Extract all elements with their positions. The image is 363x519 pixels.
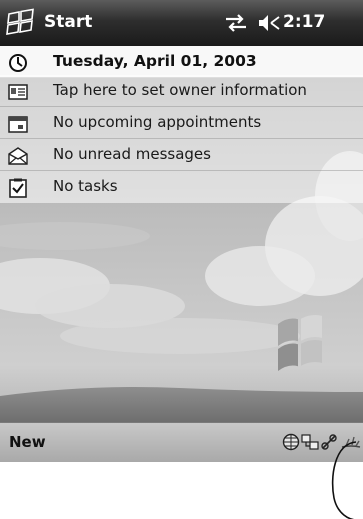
new-menu-button[interactable]: New — [9, 433, 46, 451]
owner-info-item[interactable]: Tap here to set owner information — [0, 75, 363, 107]
messages-item[interactable]: No unread messages — [0, 139, 363, 171]
speaker-volume-icon[interactable] — [257, 12, 281, 34]
today-date: Tuesday, April 01, 2003 — [53, 52, 257, 70]
owner-card-icon — [8, 84, 28, 100]
calendar-icon — [8, 116, 28, 133]
appointments-item[interactable]: No upcoming appointments — [0, 107, 363, 139]
today-screen: Start 2:17 Tuesday, April 01, 2003 Tap h… — [0, 0, 363, 462]
tasks-label: No tasks — [53, 177, 118, 195]
appointments-label: No upcoming appointments — [53, 113, 262, 131]
navigation-bar: Start 2:17 — [0, 0, 363, 46]
connectivity-arrows-icon[interactable] — [224, 13, 248, 33]
envelope-icon — [8, 147, 28, 165]
clock-time[interactable]: 2:17 — [283, 12, 325, 32]
windows-flag-icon[interactable] — [5, 8, 37, 38]
annotation-circle — [331, 441, 357, 519]
tasks-item[interactable]: No tasks — [0, 171, 363, 203]
command-bar: New — [0, 422, 363, 462]
owner-info-label: Tap here to set owner information — [53, 81, 307, 99]
device-sync-icon[interactable] — [301, 433, 319, 451]
globe-network-icon[interactable] — [282, 433, 300, 451]
messages-label: No unread messages — [53, 145, 211, 163]
clock-icon — [9, 54, 27, 72]
start-menu-button[interactable]: Start — [44, 12, 92, 32]
today-date-row[interactable]: Tuesday, April 01, 2003 — [0, 46, 363, 78]
task-checkbox-icon — [9, 178, 27, 198]
